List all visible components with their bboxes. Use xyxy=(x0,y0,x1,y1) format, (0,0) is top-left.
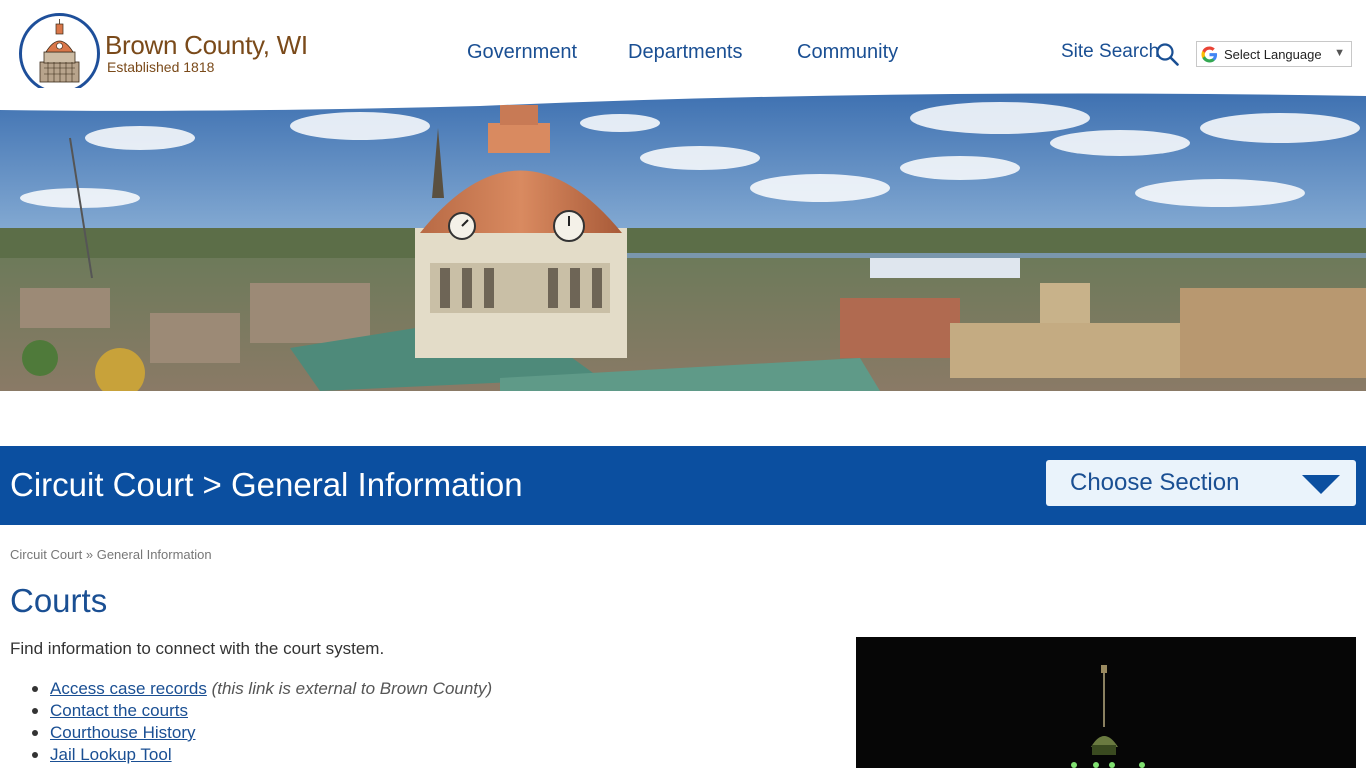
access-case-records-link[interactable]: Access case records xyxy=(50,679,207,698)
section-title: Circuit Court > General Information xyxy=(10,466,523,503)
choose-section-dropdown[interactable]: Choose Section xyxy=(1046,460,1356,506)
site-search-link[interactable]: Site Search xyxy=(1061,41,1159,63)
language-select[interactable]: Select Language ▼ xyxy=(1196,41,1352,67)
courthouse-history-link[interactable]: Courthouse History xyxy=(50,723,196,742)
courthouse-night-image xyxy=(856,637,1356,768)
language-select-value: Select Language xyxy=(1224,47,1322,62)
nav-community[interactable]: Community xyxy=(797,41,898,64)
contact-courts-link[interactable]: Contact the courts xyxy=(50,701,188,720)
page-title: Courts xyxy=(10,582,108,619)
list-item: Contact the courts xyxy=(31,700,492,722)
search-icon[interactable] xyxy=(1155,42,1179,66)
breadcrumb: Circuit Court » General Information xyxy=(10,547,212,562)
court-links-list: Access case records (this link is extern… xyxy=(31,678,493,766)
county-seal-logo[interactable] xyxy=(19,13,100,94)
jail-lookup-link[interactable]: Jail Lookup Tool xyxy=(50,745,172,764)
external-link-note: (this link is external to Brown County) xyxy=(211,679,493,698)
breadcrumb-current: General Information xyxy=(96,547,212,562)
site-name[interactable]: Brown County, WI xyxy=(105,30,308,61)
breadcrumb-separator: » xyxy=(85,547,97,562)
chevron-down-icon xyxy=(1302,475,1340,494)
nav-government[interactable]: Government xyxy=(467,41,577,64)
intro-text: Find information to connect with the cou… xyxy=(10,639,385,658)
established-tagline: Established 1818 xyxy=(107,59,215,75)
list-item: Access case records (this link is extern… xyxy=(31,678,493,700)
list-item: Courthouse History xyxy=(31,722,492,744)
nav-departments[interactable]: Departments xyxy=(628,41,743,64)
hero-image xyxy=(0,88,1366,391)
courthouse-aerial-photo xyxy=(0,88,1366,391)
choose-section-label: Choose Section xyxy=(1070,469,1240,496)
courthouse-night-photo xyxy=(856,637,1356,768)
section-banner: Circuit Court > General Information Choo… xyxy=(0,446,1366,525)
breadcrumb-circuit-court[interactable]: Circuit Court xyxy=(10,547,82,562)
google-icon xyxy=(1201,46,1218,63)
caret-down-icon: ▼ xyxy=(1334,47,1345,59)
courthouse-seal-icon xyxy=(24,18,95,89)
list-item: Jail Lookup Tool xyxy=(31,744,492,766)
